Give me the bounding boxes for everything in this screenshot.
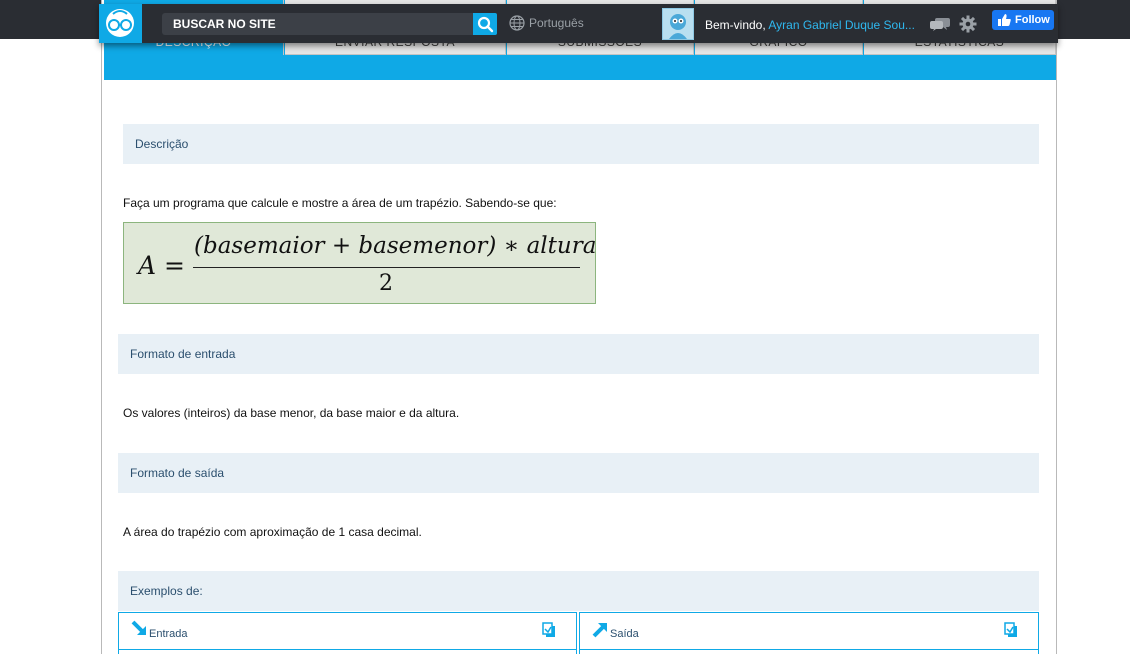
thumbs-up-icon [998,14,1011,26]
formula-fraction-bar [193,267,580,268]
follow-button[interactable]: Follow [992,10,1054,30]
follow-label: Follow [1015,14,1050,26]
language-label: Português [529,16,584,30]
chat-icon [930,18,950,31]
logo-icon [106,9,134,37]
avatar[interactable] [662,8,694,40]
arrow-down-right-icon [131,620,146,635]
example-input-label: Entrada [149,628,188,640]
formula-numerator: (basemaior + basemenor) ∗ altura [194,233,597,259]
output-format-header: Formato de saída [118,453,1039,493]
top-navbar: BUSCAR NO SITE Português Bem-vindo, Ayra… [99,4,1058,43]
copy-output-icon[interactable] [1004,622,1018,638]
example-output-label: Saída [610,628,639,640]
gear-icon [959,15,977,33]
formula-denominator: 2 [379,271,393,296]
input-format-title: Formato de entrada [130,347,236,361]
welcome-text: Bem-vindo, Ayran Gabriel Duque Sou... [705,18,917,32]
formula-equals: = [164,251,185,280]
avatar-icon [669,14,687,39]
messages-button[interactable] [929,16,951,35]
examples-title: Exemplos de: [130,584,203,598]
welcome-prefix: Bem-vindo, [705,18,766,32]
example-output-header: Saída [580,613,1038,650]
copy-input-icon[interactable] [542,622,556,638]
user-name-link[interactable]: Ayran Gabriel Duque Sou... [768,18,915,32]
formula-lhs: A [138,251,157,280]
example-input-panel: Entrada [118,612,577,654]
formula-image: A = (basemaior + basemenor) ∗ altura 2 [123,222,596,304]
arrow-up-right-icon [592,623,607,638]
page-panel: DESCRIÇÃO ENVIAR RESPOSTA SUBMISSÕES GRÁ… [101,0,1057,654]
search-icon [477,16,494,33]
description-header: Descrição [123,124,1039,164]
input-format-header: Formato de entrada [118,334,1039,374]
language-selector[interactable]: Português [509,15,584,31]
settings-button[interactable] [959,15,977,36]
example-output-panel: Saída [579,612,1039,654]
site-logo[interactable] [99,4,142,43]
output-format-text: A área do trapézio com aproximação de 1 … [123,525,422,539]
description-text: Faça um programa que calcule e mostre a … [123,196,557,210]
example-input-header: Entrada [119,613,576,650]
search-button[interactable] [473,13,497,35]
description-title: Descrição [135,137,189,151]
input-format-text: Os valores (inteiros) da base menor, da … [123,406,460,420]
globe-icon [509,15,525,31]
output-format-title: Formato de saída [130,466,225,480]
search-input[interactable]: BUSCAR NO SITE [162,13,473,35]
examples-header: Exemplos de: [118,571,1039,611]
